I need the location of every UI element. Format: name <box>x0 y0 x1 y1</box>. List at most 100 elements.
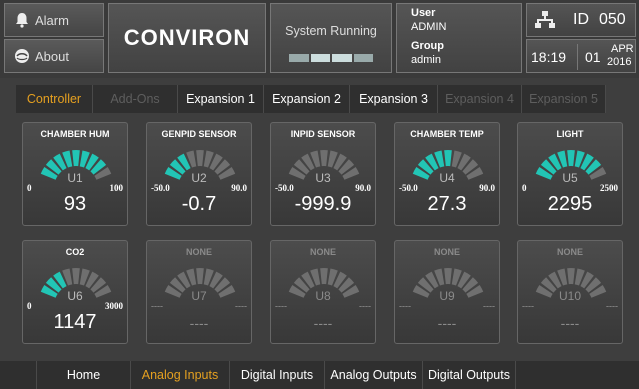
gauge-segment <box>196 268 204 285</box>
tab-expansion-5[interactable]: Expansion 5 <box>522 85 606 113</box>
gauge-value: ---- <box>313 315 333 331</box>
gauge-max: ---- <box>359 301 371 311</box>
gauge-min: 0 <box>522 183 527 193</box>
nav-analog-outputs[interactable]: Analog Outputs <box>325 361 423 389</box>
status-progress-indicator <box>289 54 373 62</box>
tab-expansion-1[interactable]: Expansion 1 <box>178 85 264 113</box>
gauge-name: CO2 <box>65 247 85 257</box>
gauge-segment <box>196 150 204 167</box>
gauge-min: -50.0 <box>151 183 170 193</box>
tab-expansion-4[interactable]: Expansion 4 <box>438 85 522 113</box>
date-divider <box>577 44 578 70</box>
nav-digital-outputs[interactable]: Digital Outputs <box>423 361 516 389</box>
gauge-min: 0 <box>27 301 32 311</box>
about-button[interactable]: About <box>4 39 104 73</box>
progress-segment <box>310 54 330 62</box>
tab-add-ons[interactable]: Add-Ons <box>93 85 178 113</box>
gauge-value: ---- <box>560 315 580 331</box>
alarm-label: Alarm <box>35 12 69 28</box>
system-status: System Running <box>270 3 392 73</box>
tab-expansion-3[interactable]: Expansion 3 <box>350 85 438 113</box>
gauge-name: CHAMBER HUM <box>40 129 110 139</box>
gauge-name: NONE <box>433 247 460 257</box>
brand-text: CONVIRON <box>123 25 251 50</box>
gauge-card-u3[interactable]: INPID SENSOR U3 -50.0 90.0 -999.9 <box>270 122 376 226</box>
progress-segment <box>353 54 373 62</box>
gauge-value: 1147 <box>53 311 97 333</box>
nav-digital-inputs[interactable]: Digital Inputs <box>230 361 325 389</box>
gauge-max: 90.0 <box>355 183 371 193</box>
gauge-min: ---- <box>151 301 163 311</box>
gauge-value: 93 <box>63 193 87 215</box>
gauge-name: LIGHT <box>556 129 584 139</box>
gauge-name: GENPID SENSOR <box>161 129 237 139</box>
group-label: Group <box>411 40 444 52</box>
gauge-segment <box>320 150 328 167</box>
tab-controller[interactable]: Controller <box>16 85 93 113</box>
gauge-min: -50.0 <box>399 183 418 193</box>
gauge-value: 2295 <box>547 193 593 215</box>
gauge-value: 27.3 <box>427 193 467 215</box>
gauge-segment <box>444 150 452 167</box>
gauge-name: NONE <box>309 247 336 257</box>
network-id-box[interactable]: ID 050 <box>526 3 636 37</box>
id-value: 050 <box>599 11 626 28</box>
bell-icon <box>13 11 31 29</box>
user-panel[interactable]: User ADMIN Group admin <box>396 3 522 73</box>
date-year: 2016 <box>607 56 632 68</box>
gauge-max: 3000 <box>105 301 123 311</box>
clock-time: 18:19 <box>531 49 567 65</box>
gauge-min: -50.0 <box>275 183 294 193</box>
nav-home[interactable]: Home <box>37 361 131 389</box>
gauge-min: ---- <box>275 301 287 311</box>
gauge-value: -0.7 <box>181 193 217 215</box>
id-label: ID <box>573 11 589 28</box>
gauge-card-u10[interactable]: NONE U10 ---- ---- ---- <box>517 240 623 344</box>
gauge-value: ---- <box>189 315 209 331</box>
gauge-card-u1[interactable]: CHAMBER HUM U1 0 100 93 <box>22 122 128 226</box>
gauge-card-u6[interactable]: CO2 U6 0 3000 1147 <box>22 240 128 344</box>
gauge-max: ---- <box>483 301 495 311</box>
gauge-name: NONE <box>185 247 212 257</box>
network-icon <box>535 11 555 34</box>
gauge-segment <box>567 268 575 285</box>
status-text: System Running <box>285 24 377 38</box>
gauge-max: 90.0 <box>479 183 495 193</box>
gauge-name: INPID SENSOR <box>290 129 356 139</box>
group-value: admin <box>411 54 441 66</box>
tab-expansion-2[interactable]: Expansion 2 <box>264 85 350 113</box>
datetime-box[interactable]: 18:19 01 APR 2016 <box>526 39 636 73</box>
gauge-segment <box>72 150 80 167</box>
user-value: ADMIN <box>411 21 447 33</box>
gauge-card-u8[interactable]: NONE U8 ---- ---- ---- <box>270 240 376 344</box>
gauge-card-u4[interactable]: CHAMBER TEMP U4 -50.0 90.0 27.3 <box>394 122 500 226</box>
gauge-card-u9[interactable]: NONE U9 ---- ---- ---- <box>394 240 500 344</box>
gauge-segment <box>72 268 80 285</box>
bottom-nav-spacer <box>0 361 37 389</box>
nav-analog-inputs[interactable]: Analog Inputs <box>131 361 230 389</box>
gauge-max: ---- <box>606 301 618 311</box>
date-month: APR <box>611 43 634 55</box>
gauge-max: 100 <box>109 183 124 193</box>
bottom-nav-spacer <box>516 361 639 389</box>
brand-logo: CONVIRON <box>108 3 266 73</box>
alarm-button[interactable]: Alarm <box>4 3 104 37</box>
gauge-card-u2[interactable]: GENPID SENSOR U2 -50.0 90.0 -0.7 <box>146 122 252 226</box>
gauge-segment <box>444 268 452 285</box>
gauge-card-u7[interactable]: NONE U7 ---- ---- ---- <box>146 240 252 344</box>
gauge-card-u5[interactable]: LIGHT U5 0 2500 2295 <box>517 122 623 226</box>
progress-segment <box>289 54 309 62</box>
gauge-max: 2500 <box>600 183 618 193</box>
gauge-segment <box>320 268 328 285</box>
gauge-min: 0 <box>27 183 32 193</box>
gauge-name: NONE <box>556 247 583 257</box>
top-bar: Alarm About CONVIRON System Running User… <box>0 0 639 78</box>
gauge-min: ---- <box>399 301 411 311</box>
gauge-value: ---- <box>437 315 457 331</box>
gauge-name: CHAMBER TEMP <box>410 129 484 139</box>
info-icon <box>13 47 31 65</box>
gauge-segment <box>567 150 575 167</box>
gauge-value: -999.9 <box>294 193 352 215</box>
gauge-max: 90.0 <box>231 183 247 193</box>
about-label: About <box>35 48 69 64</box>
